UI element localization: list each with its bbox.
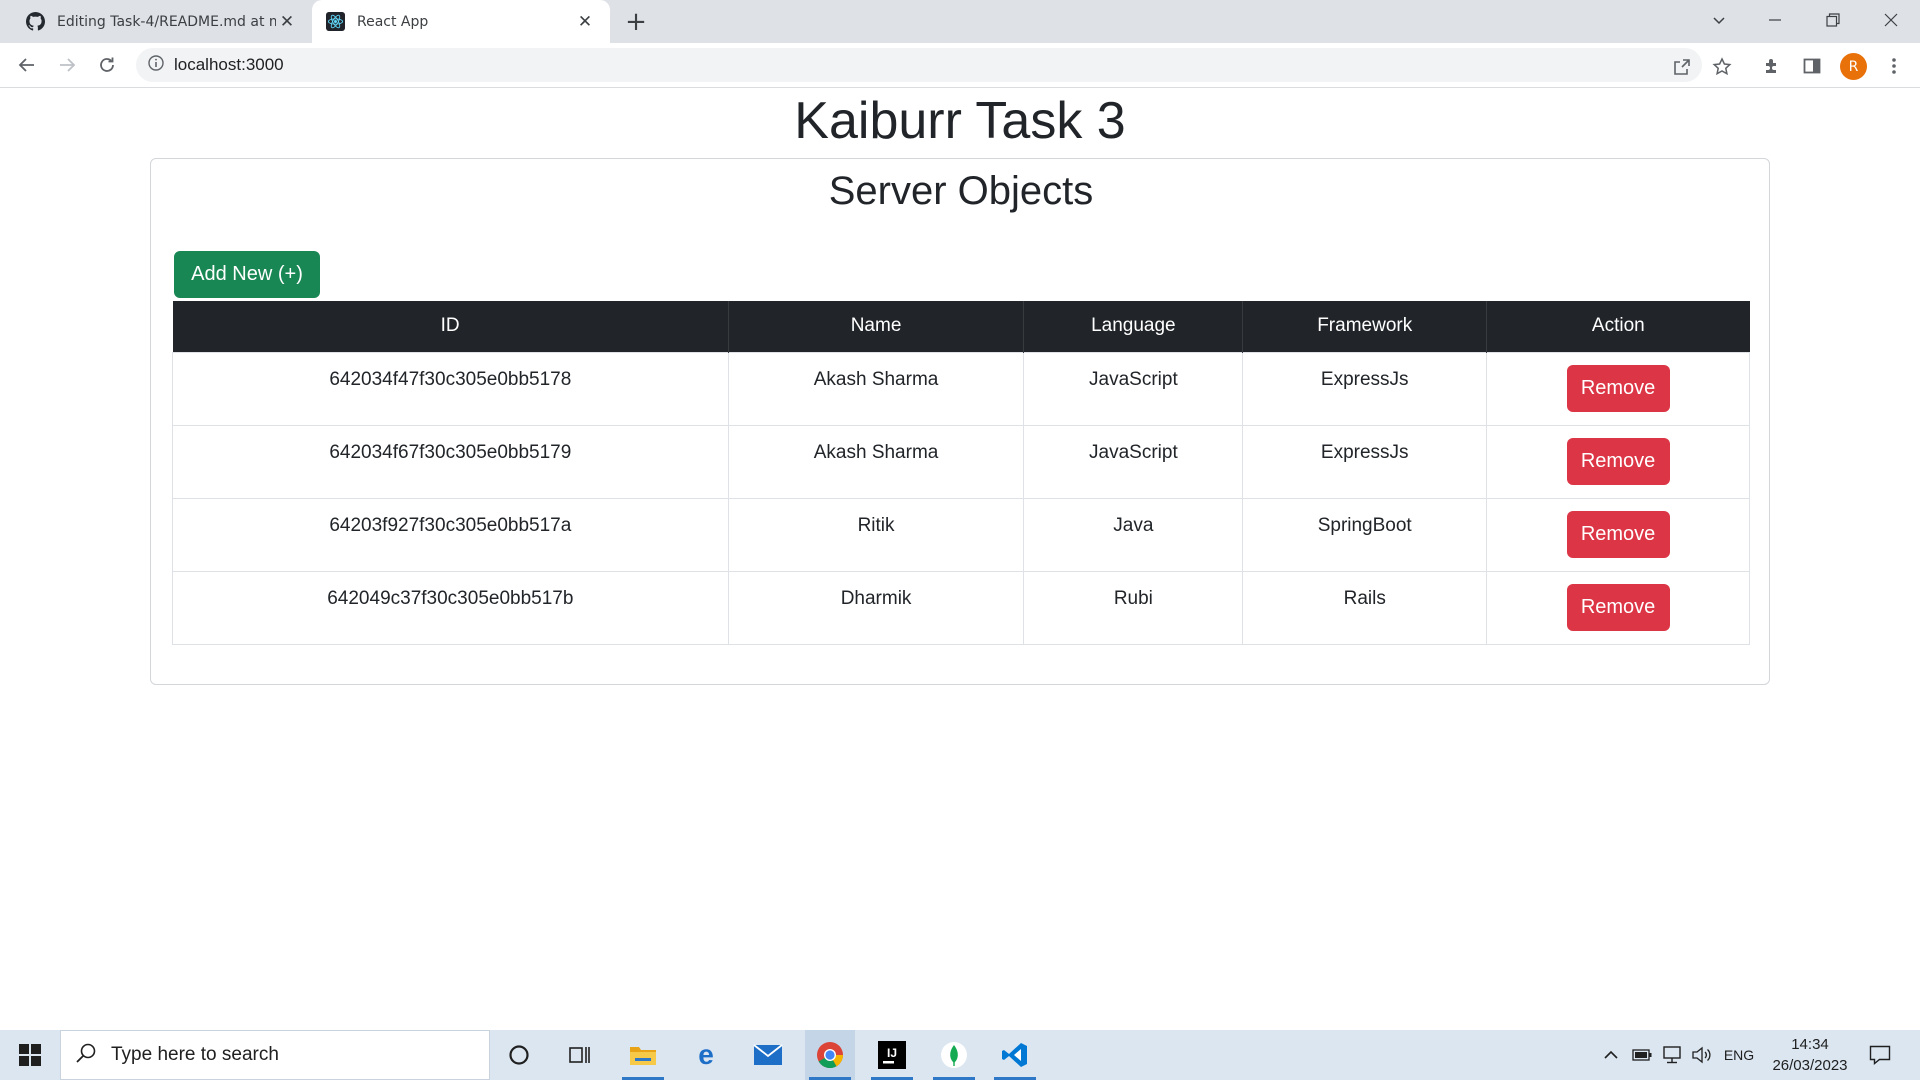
edge-icon[interactable]: e bbox=[681, 1030, 731, 1080]
windows-start-icon[interactable] bbox=[0, 1030, 60, 1080]
cell-id: 64203f927f30c305e0bb517a bbox=[172, 497, 729, 572]
cell-id: 642034f47f30c305e0bb5178 bbox=[172, 351, 729, 426]
remove-button[interactable]: Remove bbox=[1566, 438, 1670, 485]
remove-button[interactable]: Remove bbox=[1566, 365, 1670, 412]
cell-framework: ExpressJs bbox=[1242, 424, 1488, 499]
table-row: 642034f47f30c305e0bb5178 Akash Sharma Ja… bbox=[172, 351, 1750, 426]
column-header-framework: Framework bbox=[1242, 301, 1488, 352]
tab-github-readme[interactable]: Editing Task-4/README.md at m ✕ bbox=[12, 0, 312, 43]
close-icon[interactable]: ✕ bbox=[574, 11, 596, 33]
table-header-row: ID Name Language Framework Action bbox=[172, 301, 1750, 352]
card-title: Server Objects bbox=[828, 169, 1094, 213]
restore-button[interactable] bbox=[1806, 0, 1860, 40]
svg-text:e: e bbox=[698, 1041, 714, 1069]
cell-framework: Rails bbox=[1242, 570, 1488, 645]
battery-icon[interactable] bbox=[1627, 1030, 1657, 1080]
server-objects-table: ID Name Language Framework Action 642034… bbox=[172, 301, 1750, 645]
chrome-icon[interactable] bbox=[805, 1030, 855, 1080]
cell-name: Akash Sharma bbox=[727, 351, 1025, 426]
clock-date: 26/03/2023 bbox=[1772, 1057, 1848, 1074]
cell-language: Java bbox=[1023, 497, 1244, 572]
browser-toolbar: localhost:3000 bbox=[0, 43, 1920, 88]
new-tab-button[interactable]: + bbox=[622, 7, 650, 37]
url-text: localhost:3000 bbox=[174, 55, 284, 74]
cell-action: Remove bbox=[1486, 497, 1750, 572]
column-header-action: Action bbox=[1486, 301, 1750, 352]
remove-button[interactable]: Remove bbox=[1566, 511, 1670, 558]
cell-framework: SpringBoot bbox=[1242, 497, 1488, 572]
show-hidden-icons-chevron-icon[interactable] bbox=[1597, 1030, 1625, 1080]
svg-text:IJ: IJ bbox=[887, 1046, 897, 1060]
table-row: 642034f67f30c305e0bb5179 Akash Sharma Ja… bbox=[172, 424, 1750, 499]
tab-title: Editing Task-4/README.md at m bbox=[57, 13, 276, 30]
page-title: Kaiburr Task 3 bbox=[794, 92, 1126, 150]
close-icon[interactable]: ✕ bbox=[276, 11, 298, 33]
search-icon bbox=[75, 1042, 97, 1068]
intellij-icon[interactable]: IJ bbox=[867, 1030, 917, 1080]
browser-tab-strip: Editing Task-4/README.md at m ✕ React Ap… bbox=[0, 0, 1920, 43]
server-objects-card: Server Objects Add New (+) ID Name Langu… bbox=[150, 158, 1770, 685]
column-header-language: Language bbox=[1023, 301, 1244, 352]
cell-id: 642034f67f30c305e0bb5179 bbox=[172, 424, 729, 499]
cell-language: JavaScript bbox=[1023, 351, 1244, 426]
github-icon bbox=[26, 12, 45, 31]
network-icon[interactable] bbox=[1657, 1030, 1687, 1080]
table-row: 642049c37f30c305e0bb517b Dharmik Rubi Ra… bbox=[172, 570, 1750, 645]
mongodb-compass-icon[interactable] bbox=[929, 1030, 979, 1080]
cell-action: Remove bbox=[1486, 424, 1750, 499]
file-explorer-icon[interactable] bbox=[618, 1030, 668, 1080]
tab-title: React App bbox=[357, 13, 429, 30]
remove-button[interactable]: Remove bbox=[1566, 584, 1670, 631]
back-button[interactable] bbox=[13, 51, 41, 79]
taskbar-search-box[interactable]: Type here to search bbox=[60, 1030, 490, 1080]
cell-framework: ExpressJs bbox=[1242, 351, 1488, 426]
volume-icon[interactable] bbox=[1687, 1030, 1717, 1080]
task-view-icon[interactable] bbox=[555, 1030, 605, 1080]
column-header-name: Name bbox=[728, 301, 1025, 352]
info-icon[interactable] bbox=[148, 55, 164, 75]
vscode-icon[interactable] bbox=[990, 1030, 1040, 1080]
menu-kebab-icon[interactable] bbox=[1880, 52, 1908, 80]
minimize-button[interactable] bbox=[1748, 0, 1802, 40]
cell-id: 642049c37f30c305e0bb517b bbox=[172, 570, 729, 645]
input-language-indicator[interactable]: ENG bbox=[1717, 1030, 1761, 1080]
share-icon[interactable] bbox=[1670, 55, 1694, 79]
add-new-button[interactable]: Add New (+) bbox=[174, 251, 320, 298]
cortana-icon[interactable] bbox=[494, 1030, 544, 1080]
column-header-id: ID bbox=[172, 301, 729, 352]
extensions-puzzle-icon[interactable] bbox=[1758, 52, 1786, 80]
cell-action: Remove bbox=[1486, 570, 1750, 645]
search-placeholder: Type here to search bbox=[111, 1044, 279, 1065]
tab-search-chevron-icon[interactable] bbox=[1692, 0, 1746, 40]
reload-button[interactable] bbox=[93, 51, 121, 79]
mail-icon[interactable] bbox=[743, 1030, 793, 1080]
side-panel-icon[interactable] bbox=[1798, 52, 1826, 80]
forward-button[interactable] bbox=[53, 51, 81, 79]
close-window-button[interactable] bbox=[1864, 0, 1918, 40]
cell-name: Ritik bbox=[727, 497, 1025, 572]
windows-taskbar: Type here to search e IJ ENG 14:34 26/03… bbox=[0, 1030, 1920, 1080]
react-icon bbox=[326, 12, 345, 31]
table-row: 64203f927f30c305e0bb517a Ritik Java Spri… bbox=[172, 497, 1750, 572]
tab-react-app[interactable]: React App ✕ bbox=[312, 0, 610, 43]
taskbar-clock[interactable]: 14:34 26/03/2023 bbox=[1760, 1034, 1860, 1076]
cell-language: JavaScript bbox=[1023, 424, 1244, 499]
clock-time: 14:34 bbox=[1791, 1036, 1829, 1053]
profile-avatar[interactable]: R bbox=[1840, 53, 1867, 80]
cell-name: Akash Sharma bbox=[727, 424, 1025, 499]
cell-language: Rubi bbox=[1023, 570, 1244, 645]
notifications-icon[interactable] bbox=[1862, 1030, 1898, 1080]
address-bar[interactable]: localhost:3000 bbox=[136, 48, 1702, 82]
bookmark-star-icon[interactable] bbox=[1710, 55, 1734, 79]
cell-action: Remove bbox=[1486, 351, 1750, 426]
cell-name: Dharmik bbox=[727, 570, 1025, 645]
